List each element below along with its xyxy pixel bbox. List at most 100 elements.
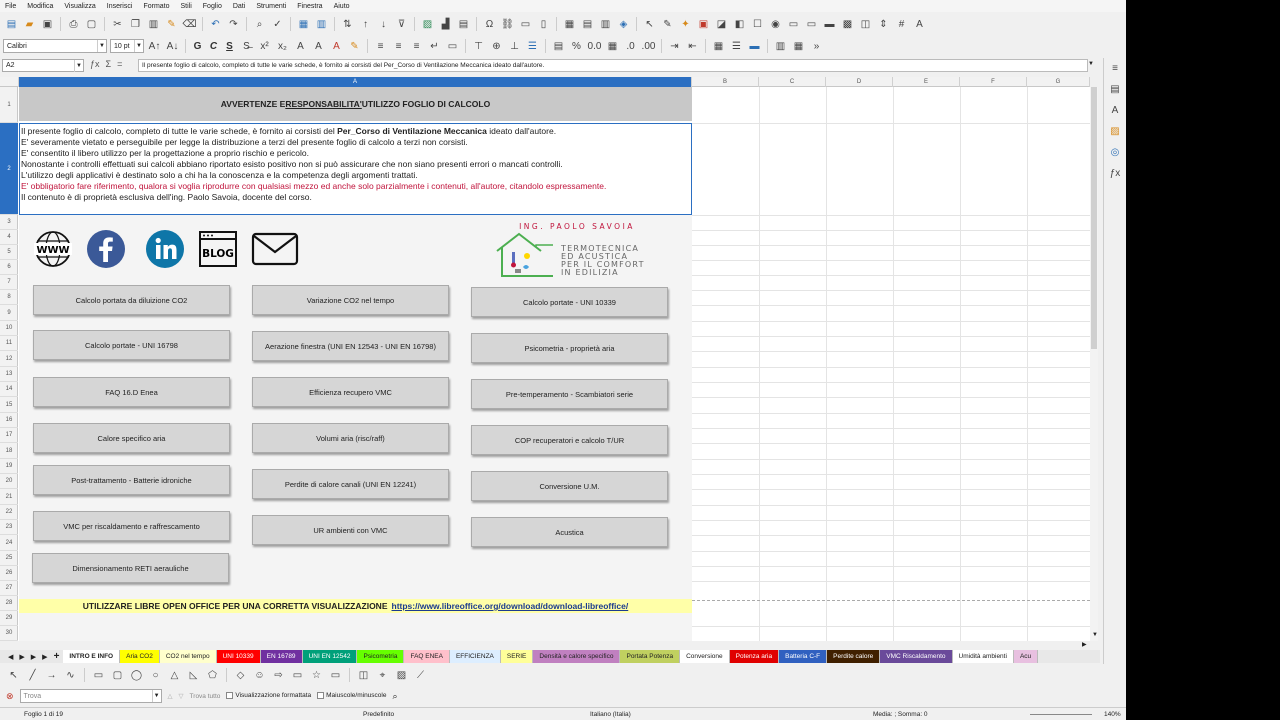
row-header[interactable]: 2 [0,123,18,215]
select-icon[interactable]: ↖ [642,17,657,32]
flowchart-icon[interactable]: ▭ [290,668,305,683]
menu-file[interactable]: File [5,3,16,10]
next-sheet-icon[interactable]: ▶ [31,653,36,661]
undo-icon[interactable]: ↶ [208,17,223,32]
image-icon[interactable]: ▨ [394,668,409,683]
column-header-g[interactable]: G [1027,77,1090,87]
cell-a2-notice[interactable]: Il presente foglio di calcolo, completo … [19,123,692,215]
menu-strumenti[interactable]: Strumenti [256,3,286,10]
button-vmc-riscaldamento[interactable]: VMC per riscaldamento e raffrescamento [33,511,230,541]
increase-indent-icon[interactable]: ⇥ [667,39,682,54]
sort-icon[interactable]: ⇅ [340,17,355,32]
row-header[interactable]: 4 [0,230,18,245]
select-icon[interactable]: ↖ [6,668,21,683]
match-case-checkbox[interactable] [317,692,325,700]
shrink-font-icon[interactable]: A↓ [165,39,180,54]
stars-icon[interactable]: ☆ [309,668,324,683]
sheet-tab[interactable]: Psicometria [357,650,405,663]
row-header[interactable]: 12 [0,351,18,367]
sheet-tab[interactable]: Portata Potenza [620,650,681,663]
align-right-icon[interactable]: ≡ [409,39,424,54]
align-left-icon[interactable]: ≡ [373,39,388,54]
rounded-rectangle-icon[interactable]: ▢ [110,668,125,683]
row-header[interactable]: 19 [0,459,18,474]
libreoffice-download-link[interactable]: https://www.libreoffice.org/download/dow… [392,601,629,611]
facebook-icon[interactable] [86,229,126,269]
row-header[interactable]: 5 [0,245,18,260]
select-all-corner[interactable] [0,77,19,87]
function-wizard-icon[interactable]: ƒx [90,59,100,69]
column-header-f[interactable]: F [960,77,1027,87]
row-header[interactable]: 23 [0,520,18,535]
sheet-tab[interactable]: SERIE [500,650,534,663]
menu-finestra[interactable]: Finestra [297,3,322,10]
zoom-slider[interactable] [1030,714,1092,715]
arrow-line-icon[interactable]: → [44,668,59,683]
find-input[interactable]: Trova ▼ [19,689,162,703]
formula-input[interactable]: Il presente foglio di calcolo, completo … [138,59,1088,72]
functions-icon[interactable]: ƒx [1108,166,1123,181]
button-calore-specifico[interactable]: Calore specifico aria [33,423,230,453]
listbox-icon[interactable]: ▭ [786,17,801,32]
row-header[interactable]: 18 [0,443,18,459]
language[interactable]: Italiano (Italia) [590,711,631,718]
navigator-icon[interactable]: ◎ [1108,145,1123,160]
outline-icon[interactable]: A [311,39,326,54]
scrollbar-control-icon[interactable]: ◫ [858,17,873,32]
sheet-indicator[interactable]: Foglio 1 di 19 [24,711,63,718]
button-cop-recuperatori[interactable]: COP recuperatori e calcolo T/UR [471,425,668,455]
cut-icon[interactable]: ✂ [110,17,125,32]
fontwork-gallery-icon[interactable]: ⟋ [413,668,428,683]
block-arrows-icon[interactable]: ⇨ [271,668,286,683]
border-color-icon[interactable]: ▬ [747,39,762,54]
button-perdite-calore-canali[interactable]: Perdite di calore canali (UNI EN 12241) [252,469,449,499]
circle-icon[interactable]: ○ [148,668,163,683]
points-icon[interactable]: ✎ [660,17,675,32]
menu-inserisci[interactable]: Inserisci [107,3,133,10]
spin-button-icon[interactable]: ⇕ [876,17,891,32]
scroll-right-icon[interactable]: ▶ [1082,641,1087,648]
button-variazione-co2[interactable]: Variazione CO2 nel tempo [252,285,449,315]
basic-shapes-icon[interactable]: ◇ [233,668,248,683]
row-header[interactable]: 1 [0,87,18,123]
italic-icon[interactable]: C [207,41,220,52]
close-find-icon[interactable]: ⊗ [6,691,14,702]
sheet-tab[interactable]: CO2 nel tempo [159,650,217,663]
grow-font-icon[interactable]: A↑ [147,39,162,54]
numeric-field-icon[interactable]: # [894,17,909,32]
strikethrough-icon[interactable]: S̶ [239,39,254,54]
row-header[interactable]: 22 [0,505,18,520]
cell-a28-libreoffice-note[interactable]: UTILIZZARE LIBRE OPEN OFFICE PER UNA COR… [19,599,692,613]
row-header[interactable]: 30 [0,626,18,641]
row-header[interactable]: 15 [0,397,18,413]
expand-formula-icon[interactable]: ▼ [1088,61,1094,67]
curve-icon[interactable]: ∿ [63,668,78,683]
form-control-icon[interactable]: ◧ [732,17,747,32]
button-volumi-aria[interactable]: Volumi aria (risc/raff) [252,423,449,453]
bold-icon[interactable]: G [191,41,204,52]
linkedin-icon[interactable] [145,229,185,269]
clone-formatting-icon[interactable]: ✎ [164,17,179,32]
redo-icon[interactable]: ↷ [226,17,241,32]
scrollbar-thumb[interactable] [1091,87,1097,349]
sheet-tab[interactable]: UNI EN 12542 [302,650,358,663]
toggle-gridlines-icon[interactable]: ▦ [791,39,806,54]
row-icon[interactable]: ▦ [296,17,311,32]
email-icon[interactable] [251,231,299,267]
shadow-icon[interactable]: A [293,39,308,54]
split-window-icon[interactable]: ▥ [598,17,613,32]
button-portate-uni-16798[interactable]: Calcolo portate - UNI 16798 [33,330,230,360]
toggle-extrusion-icon[interactable]: ◫ [356,668,371,683]
option-button-icon[interactable]: ◉ [768,17,783,32]
ellipse-icon[interactable]: ◯ [129,668,144,683]
copy-icon[interactable]: ❐ [128,17,143,32]
row-header[interactable]: 21 [0,489,18,505]
button-portate-uni-10339[interactable]: Calcolo portate - UNI 10339 [471,287,668,317]
sheet-tab[interactable]: Aria CO2 [120,650,160,663]
column-header-a[interactable]: A [19,77,692,87]
button-pre-temperamento[interactable]: Pre-temperamento - Scambiatori serie [471,379,668,409]
clear-formatting-icon[interactable]: ⌫ [182,17,197,32]
find-all-button[interactable]: Trova tutto [190,693,221,700]
sort-descending-icon[interactable]: ↓ [376,17,391,32]
row-header[interactable]: 13 [0,367,18,382]
